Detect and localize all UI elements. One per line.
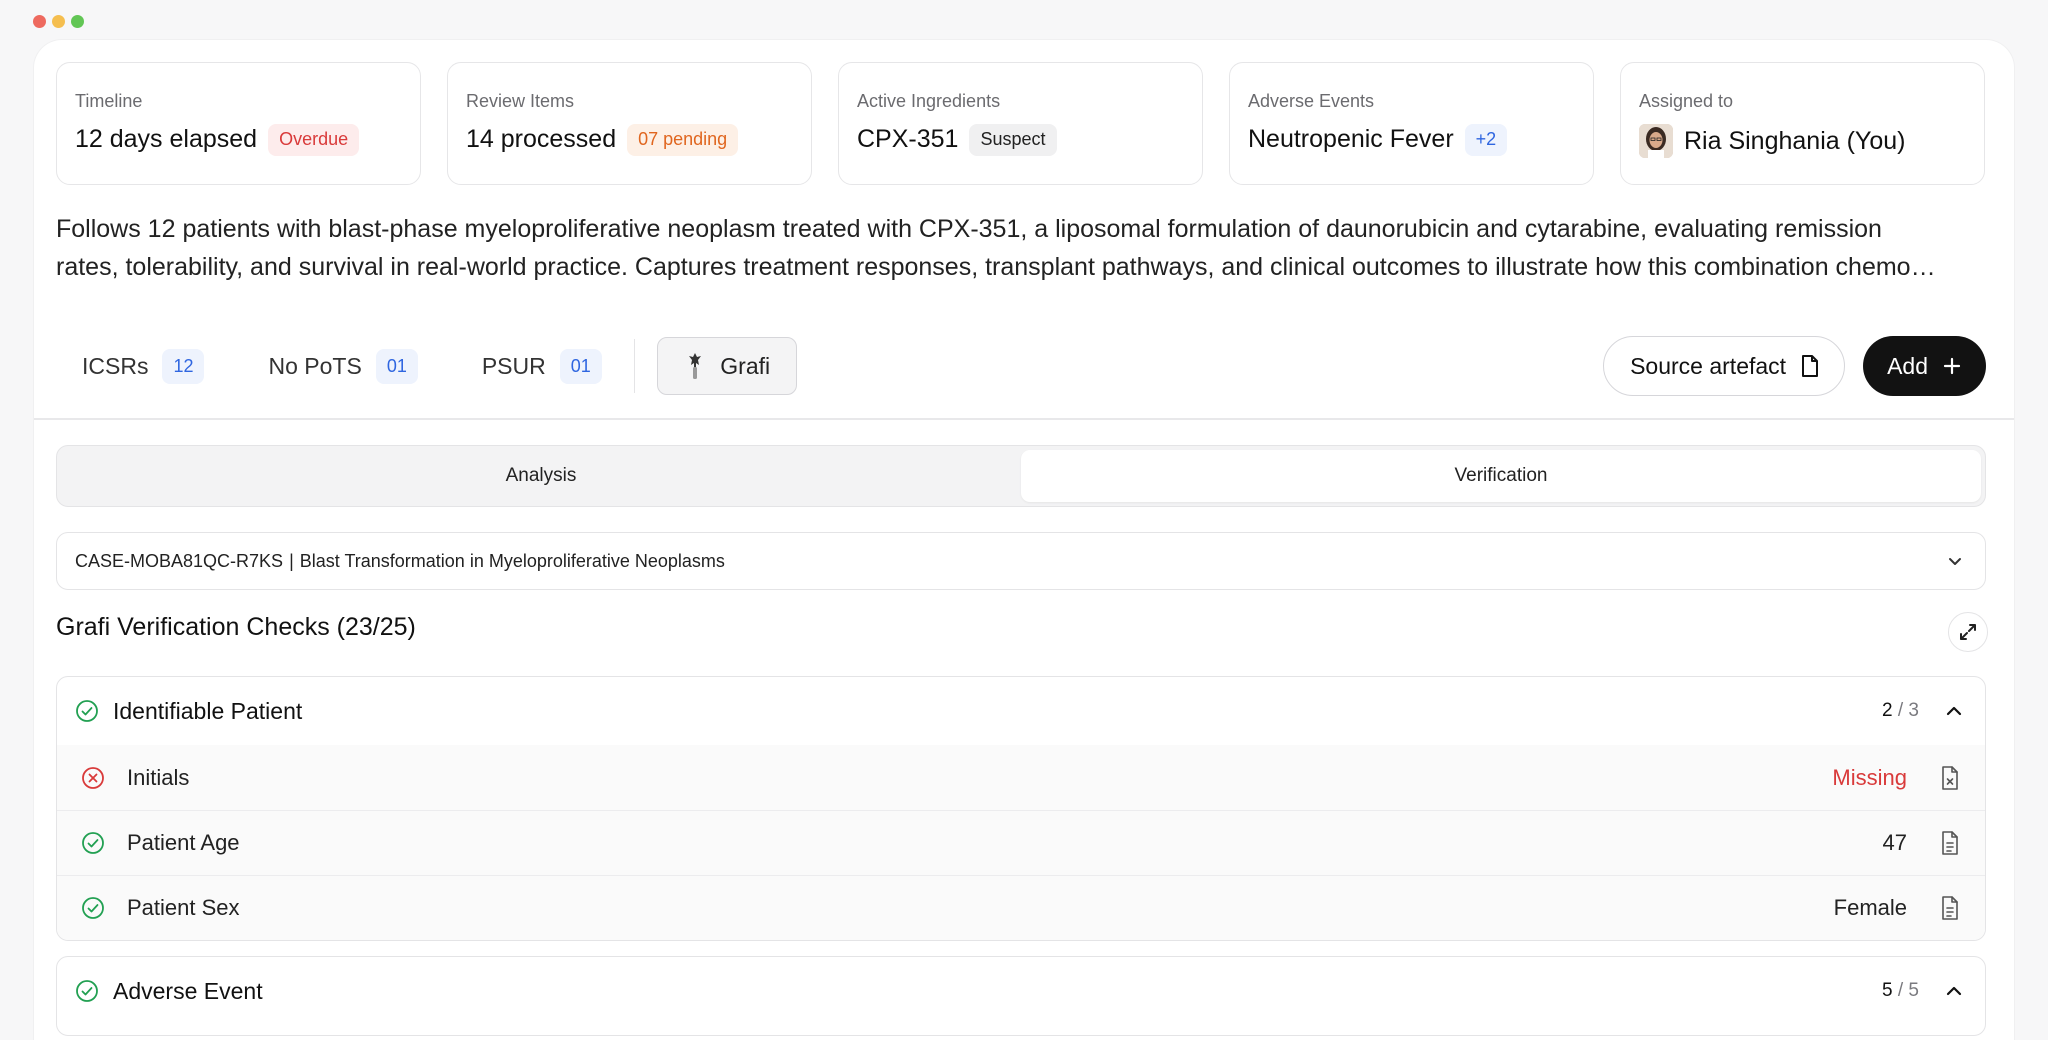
- more-events-badge[interactable]: +2: [1464, 124, 1508, 156]
- description-line-1: Follows 12 patients with blast-phase mye…: [56, 215, 1882, 243]
- description-line-2: rates, tolerability, and survival in rea…: [56, 253, 1936, 281]
- check-row-initials: Initials Missing: [57, 745, 1985, 810]
- case-detail-panel: Timeline 12 days elapsed Overdue Review …: [34, 40, 2014, 1040]
- source-artefact-label: Source artefact: [1630, 352, 1787, 379]
- check-circle-icon: [81, 831, 105, 855]
- overdue-badge: Overdue: [268, 124, 360, 156]
- source-artefact-button[interactable]: Source artefact: [1603, 336, 1846, 396]
- passed-count: 2: [1882, 700, 1893, 721]
- check-value: Female: [1833, 895, 1907, 920]
- passed-count: 5: [1882, 980, 1893, 1001]
- card-label: Adverse Events: [1248, 91, 1375, 111]
- card-label: Assigned to: [1639, 91, 1734, 111]
- case-toolbar: ICSRs 12 No PoTS 01 PSUR 01 Grafi Source…: [56, 336, 1986, 396]
- stat-psur[interactable]: PSUR 01: [481, 348, 602, 384]
- grafi-logo-icon: [684, 351, 706, 381]
- adverse-events-card: Adverse Events Neutropenic Fever +2: [1229, 62, 1594, 185]
- group-count: 5 / 5: [1882, 980, 1919, 1001]
- card-label: Active Ingredients: [857, 91, 1001, 111]
- card-value: 12 days elapsed: [75, 125, 258, 154]
- close-window-dot[interactable]: [33, 15, 46, 28]
- total-count: 5: [1908, 980, 1919, 1001]
- chevron-up-icon[interactable]: [1943, 980, 1965, 1002]
- case-title: Blast Transformation in Myeloproliferati…: [299, 550, 725, 571]
- active-ingredients-card: Active Ingredients CPX-351 Suspect: [838, 62, 1203, 185]
- pending-badge: 07 pending: [627, 124, 739, 156]
- document-text-icon[interactable]: [1939, 830, 1961, 856]
- check-row-patient-age: Patient Age 47: [57, 810, 1985, 875]
- case-separator: |: [289, 550, 294, 571]
- maximize-window-dot[interactable]: [71, 15, 84, 28]
- stat-count: 01: [559, 348, 602, 384]
- group-header[interactable]: Identifiable Patient 2 / 3: [57, 677, 1985, 745]
- card-label: Timeline: [75, 91, 143, 111]
- stat-icsrs[interactable]: ICSRs 12: [82, 348, 205, 384]
- case-description: Follows 12 patients with blast-phase mye…: [56, 210, 1986, 286]
- case-id: CASE-MOBA81QC-R7KS: [75, 550, 284, 571]
- review-items-card: Review Items 14 processed 07 pending: [447, 62, 812, 185]
- grafi-label: Grafi: [720, 352, 771, 379]
- minimize-window-dot[interactable]: [52, 15, 65, 28]
- case-selector[interactable]: CASE-MOBA81QC-R7KS | Blast Transformatio…: [56, 532, 1986, 590]
- avatar: [1639, 124, 1673, 158]
- missing-document-icon[interactable]: [1939, 765, 1961, 791]
- assigned-to-card: Assigned to Ria Singhania (You): [1620, 62, 1985, 185]
- plus-icon: [1942, 356, 1962, 376]
- card-value: 14 processed: [466, 125, 617, 154]
- check-label: Patient Age: [127, 830, 240, 855]
- group-title: Adverse Event: [113, 977, 263, 1004]
- check-circle-icon: [81, 896, 105, 920]
- stat-label: PSUR: [481, 352, 546, 379]
- document-text-icon[interactable]: [1939, 895, 1961, 921]
- check-group-adverse-event: Adverse Event 5 / 5: [56, 956, 1986, 1036]
- stat-count: 12: [162, 348, 205, 384]
- check-circle-icon: [75, 979, 99, 1003]
- tab-verification[interactable]: Verification: [1021, 450, 1981, 502]
- expand-button[interactable]: [1948, 612, 1988, 652]
- summary-cards: Timeline 12 days elapsed Overdue Review …: [56, 62, 1985, 185]
- check-row-patient-sex: Patient Sex Female: [57, 875, 1985, 940]
- grafi-button[interactable]: Grafi: [657, 337, 798, 395]
- chevron-up-icon[interactable]: [1943, 700, 1965, 722]
- tab-analysis[interactable]: Analysis: [61, 450, 1021, 502]
- group-title: Identifiable Patient: [113, 697, 303, 724]
- window-controls: [33, 15, 84, 28]
- total-count: 3: [1908, 700, 1919, 721]
- expand-icon: [1958, 622, 1978, 642]
- card-label: Review Items: [466, 91, 575, 111]
- suspect-badge: Suspect: [969, 124, 1057, 156]
- toolbar-divider: [633, 339, 636, 393]
- assignee-name: Ria Singhania (You): [1684, 126, 1906, 155]
- check-value: Missing: [1832, 764, 1907, 790]
- add-button[interactable]: Add: [1863, 336, 1986, 396]
- timeline-card: Timeline 12 days elapsed Overdue: [56, 62, 421, 185]
- check-group-identifiable-patient: Identifiable Patient 2 / 3 Initials Miss…: [56, 676, 1986, 941]
- verification-checks-title: Grafi Verification Checks (23/25): [56, 613, 416, 641]
- stat-label: ICSRs: [82, 352, 149, 379]
- group-header[interactable]: Adverse Event 5 / 5: [57, 957, 1985, 1025]
- check-circle-icon: [75, 699, 99, 723]
- check-value: 47: [1882, 830, 1907, 855]
- check-label: Patient Sex: [127, 895, 240, 920]
- chevron-down-icon: [1945, 551, 1965, 571]
- card-value: CPX-351: [857, 125, 959, 154]
- x-circle-icon: [81, 766, 105, 790]
- add-label: Add: [1887, 352, 1928, 379]
- stat-count: 01: [375, 348, 418, 384]
- stat-label: No PoTS: [268, 352, 362, 379]
- check-label: Initials: [127, 764, 190, 790]
- stat-no-pots[interactable]: No PoTS 01: [268, 348, 418, 384]
- card-value: Neutropenic Fever: [1248, 125, 1454, 154]
- document-icon: [1800, 354, 1820, 378]
- section-divider: [34, 418, 2014, 420]
- view-tabs: Analysis Verification: [56, 445, 1986, 507]
- group-count: 2 / 3: [1882, 700, 1919, 721]
